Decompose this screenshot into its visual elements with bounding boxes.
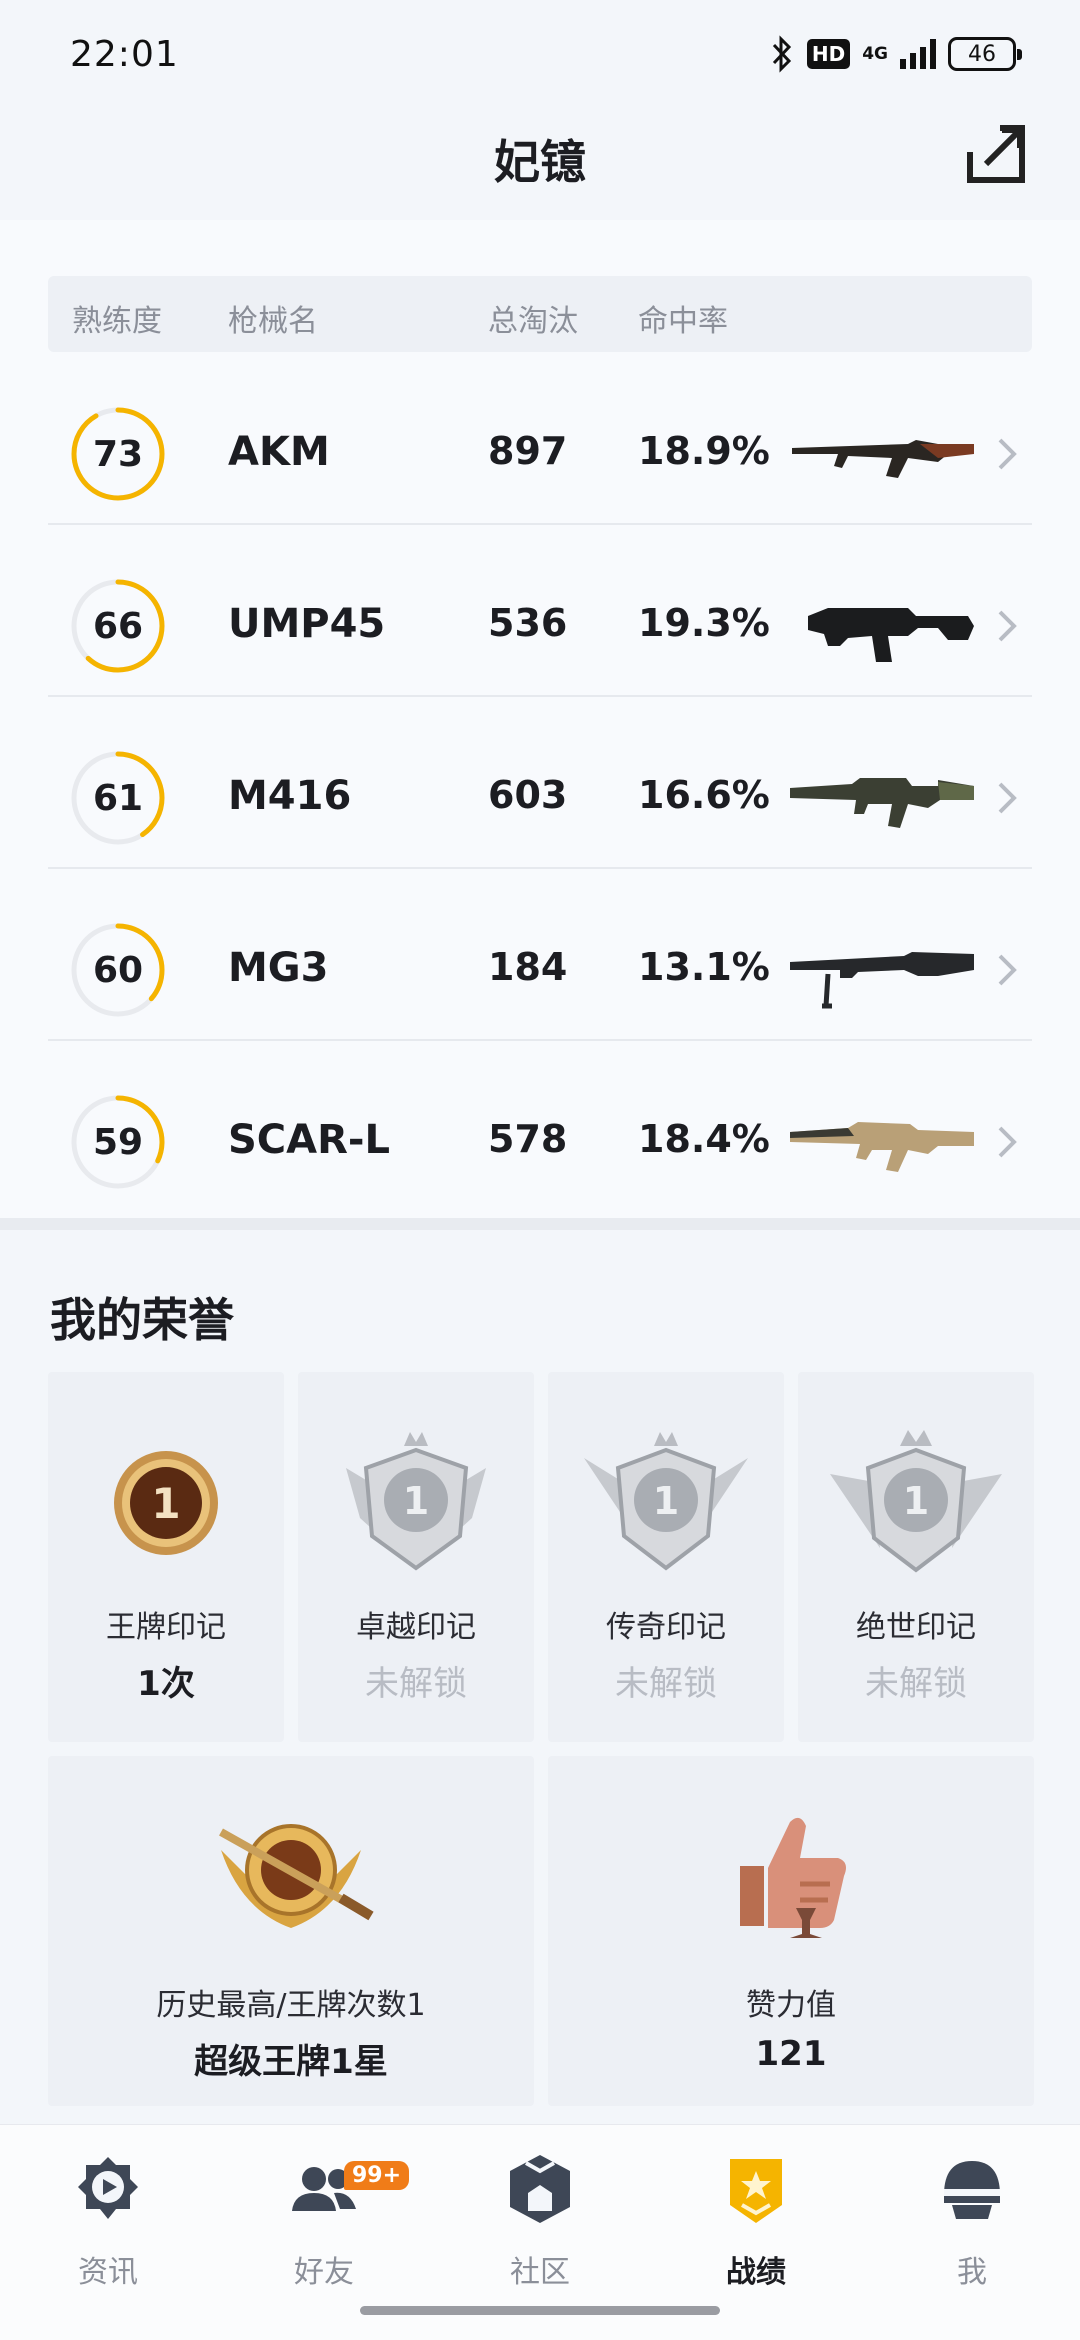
mg3-icon xyxy=(790,952,974,1009)
svg-text:1: 1 xyxy=(903,1479,929,1523)
svg-text:1: 1 xyxy=(403,1479,429,1523)
honors-title: 我的荣誉 xyxy=(50,1293,234,1347)
weapon-row[interactable]: 66 UMP45 536 19.3% xyxy=(48,526,1032,697)
chevron-right-icon xyxy=(998,1126,1017,1158)
honor-value: 未解锁 xyxy=(615,1664,717,1704)
hd-icon: HD xyxy=(806,39,851,69)
honor-value: 未解锁 xyxy=(365,1664,467,1704)
scar-l-icon xyxy=(790,1122,974,1172)
excellence-mark-icon: 1 xyxy=(346,1432,486,1571)
rank-label: 历史最高/王牌次数1 xyxy=(156,1988,426,2023)
weapon-name: M416 xyxy=(228,773,352,819)
weapon-accuracy: 16.6% xyxy=(638,773,770,817)
status-time: 22:01 xyxy=(70,34,179,75)
weapon-kills: 897 xyxy=(488,429,568,473)
nav-label: 社区 xyxy=(510,2255,570,2290)
weapon-accuracy: 19.3% xyxy=(638,601,770,645)
col-weapon-name: 枪械名 xyxy=(228,304,318,339)
share-button[interactable] xyxy=(964,122,1028,186)
weapon-name: SCAR-L xyxy=(228,1117,391,1163)
chevron-right-icon xyxy=(998,782,1017,814)
honor-tile-excellence[interactable]: 1 卓越印记 未解锁 xyxy=(298,1372,534,1742)
weapon-row[interactable]: 60 MG3 184 13.1% xyxy=(48,870,1032,1041)
weapon-kills: 184 xyxy=(488,945,568,989)
super-ace-rank-icon xyxy=(219,1824,374,1928)
weapon-accuracy: 18.9% xyxy=(638,429,770,473)
col-accuracy: 命中率 xyxy=(638,304,728,339)
nav-label: 战绩 xyxy=(726,2255,786,2290)
chevron-right-icon xyxy=(998,610,1017,642)
proficiency-value: 66 xyxy=(92,605,144,647)
nav-item-me[interactable]: 我 xyxy=(864,2149,1080,2299)
weapon-accuracy: 13.1% xyxy=(638,945,770,989)
weapons-card: 熟练度 枪械名 总淘汰 命中率 73 AKM 897 18.9% 66 UMP45 536 1… xyxy=(0,220,1080,1220)
weapon-name: UMP45 xyxy=(228,601,386,647)
honor-label: 卓越印记 xyxy=(356,1610,476,1645)
section-divider xyxy=(0,1218,1080,1230)
page-title: 妃镱 xyxy=(494,135,586,189)
proficiency-value: 59 xyxy=(92,1121,144,1163)
rank-value: 超级王牌1星 xyxy=(194,2042,388,2082)
peerless-mark-icon: 1 xyxy=(830,1430,1002,1573)
status-icons: HD 4G 46 xyxy=(769,34,1022,74)
weapons-table-header: 熟练度 枪械名 总淘汰 命中率 xyxy=(48,276,1032,352)
nav-item-friends[interactable]: 99+ 好友 xyxy=(216,2149,432,2299)
honor-label: 传奇印记 xyxy=(606,1610,726,1645)
svg-text:1: 1 xyxy=(653,1479,679,1523)
signal-icon xyxy=(900,39,936,69)
m416-icon xyxy=(790,778,974,828)
proficiency-value: 73 xyxy=(92,433,144,475)
honor-label: 王牌印记 xyxy=(106,1610,226,1645)
honor-tile-legend[interactable]: 1 传奇印记 未解锁 xyxy=(548,1372,784,1742)
honor-value: 未解锁 xyxy=(865,1664,967,1704)
svg-text:1: 1 xyxy=(151,1479,180,1528)
thumbs-up-icon xyxy=(740,1817,846,1938)
weapon-name: AKM xyxy=(228,429,330,475)
honor-tile-likes[interactable]: 赞力值 121 xyxy=(548,1756,1034,2106)
honor-tile-rank[interactable]: 历史最高/王牌次数1 超级王牌1星 xyxy=(48,1756,534,2106)
nav-item-record[interactable]: 战绩 xyxy=(648,2149,864,2299)
weapon-row[interactable]: 59 SCAR-L 578 18.4% xyxy=(48,1042,1032,1213)
weapon-kills: 603 xyxy=(488,773,568,817)
profile-icon xyxy=(944,2161,1000,2219)
friends-badge: 99+ xyxy=(344,2161,410,2190)
weapon-row[interactable]: 61 M416 603 16.6% xyxy=(48,698,1032,869)
proficiency-value: 61 xyxy=(92,777,144,819)
bluetooth-icon xyxy=(772,35,791,73)
col-proficiency: 熟练度 xyxy=(72,304,162,339)
honor-tile-peerless[interactable]: 1 绝世印记 未解锁 xyxy=(798,1372,1034,1742)
page-header: 妃镱 xyxy=(0,112,1080,212)
weapon-accuracy: 18.4% xyxy=(638,1117,770,1161)
nav-label: 我 xyxy=(957,2255,987,2290)
weapon-name: MG3 xyxy=(228,945,329,991)
network-type: 4G xyxy=(862,43,888,64)
battery-icon: 46 xyxy=(948,37,1022,71)
news-icon xyxy=(78,2157,138,2219)
nav-label: 好友 xyxy=(294,2255,354,2290)
akm-icon xyxy=(792,440,974,478)
legend-mark-icon: 1 xyxy=(584,1432,748,1571)
weapon-kills: 578 xyxy=(488,1117,568,1161)
home-indicator[interactable] xyxy=(360,2306,720,2315)
honor-tile-ace[interactable]: 1 王牌印记 1次 xyxy=(48,1372,284,1742)
ump45-icon xyxy=(808,608,974,662)
nav-label: 资讯 xyxy=(78,2255,138,2290)
ace-mark-icon: 1 xyxy=(114,1451,218,1555)
likes-label: 赞力值 xyxy=(746,1988,836,2023)
chevron-right-icon xyxy=(998,438,1017,470)
chevron-right-icon xyxy=(998,954,1017,986)
record-icon xyxy=(730,2159,782,2223)
honor-label: 绝世印记 xyxy=(856,1610,976,1645)
likes-value: 121 xyxy=(755,2034,827,2074)
nav-item-community[interactable]: 社区 xyxy=(432,2149,648,2299)
community-icon xyxy=(510,2155,570,2223)
col-kills: 总淘汰 xyxy=(488,304,578,339)
proficiency-value: 60 xyxy=(92,949,144,991)
weapon-row[interactable]: 73 AKM 897 18.9% xyxy=(48,354,1032,525)
status-bar: 22:01 HD 4G 46 xyxy=(0,0,1080,112)
battery-level: 46 xyxy=(968,41,996,67)
honor-value: 1次 xyxy=(137,1664,195,1704)
nav-item-news[interactable]: 资讯 xyxy=(0,2149,216,2299)
weapon-kills: 536 xyxy=(488,601,568,645)
